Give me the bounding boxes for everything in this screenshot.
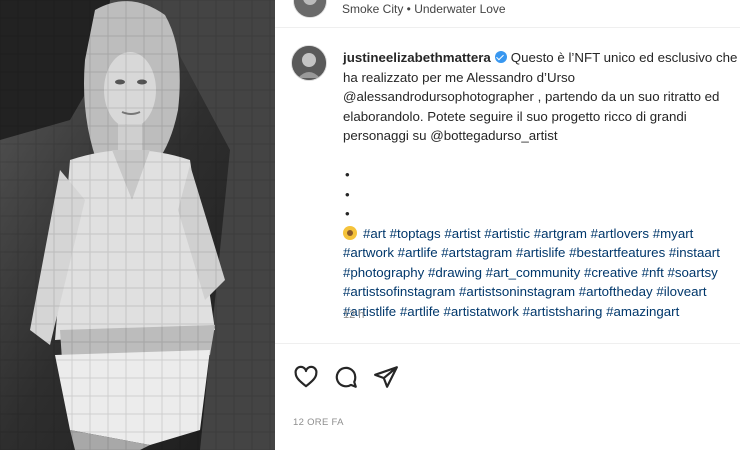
hashtag-line-3[interactable]: #artistsofinstagram #artistsoninstagram …	[343, 282, 740, 302]
caption: justineelizabethmattera Questo è l’NFT un…	[343, 48, 740, 321]
hashtag-line-4[interactable]: #artistlife #artlife #artistatwork #arti…	[343, 302, 740, 322]
comment-time[interactable]: 12 h	[343, 309, 364, 321]
heart-icon[interactable]	[293, 364, 319, 390]
post-image[interactable]	[0, 0, 275, 450]
audio-track-link[interactable]: Smoke City • Underwater Love	[342, 2, 506, 16]
hashtag-line-2[interactable]: #photography #drawing #art_community #cr…	[343, 263, 740, 283]
comment-icon[interactable]	[333, 364, 359, 390]
post-date[interactable]: 12 ORE FA	[293, 417, 344, 428]
verified-badge-icon	[494, 51, 507, 63]
bullet: •	[345, 167, 350, 182]
author-avatar[interactable]	[293, 0, 327, 18]
caption-line-1: ha realizzato per me Alessandro d’Urso	[343, 69, 576, 85]
paper-plane-icon[interactable]	[373, 364, 399, 390]
bullet: •	[345, 186, 350, 202]
caption-avatar[interactable]	[291, 45, 327, 81]
audio-row: Smoke City • Underwater Love	[275, 0, 740, 22]
caption-line-4: personaggi su @bottegadurso_artist	[343, 128, 558, 143]
divider	[275, 343, 740, 344]
caption-line-3: elaborandolo. Potete seguire il suo prog…	[343, 108, 687, 124]
hashtag-line-1[interactable]: #artwork #artlife #artstagram #artislife…	[343, 243, 740, 263]
divider	[275, 27, 740, 28]
username-link[interactable]: justineelizabethmattera	[343, 50, 491, 65]
hashtag-line-0[interactable]: #art #toptags #artist #artistic #artgram…	[343, 224, 740, 244]
caption-line-2: @alessandrodursophotographer , partendo …	[343, 89, 720, 104]
post-side-panel: Smoke City • Underwater Love justineeliz…	[275, 0, 740, 450]
bullet: •	[345, 206, 350, 221]
caption-text: Questo è l’NFT unico ed esclusivo che	[510, 50, 738, 65]
emoji-icon	[343, 225, 357, 240]
caption-line-0: justineelizabethmattera Questo è l’NFT un…	[343, 48, 740, 68]
hashtags[interactable]: #art #toptags #artist #artistic #artgram…	[363, 226, 693, 241]
